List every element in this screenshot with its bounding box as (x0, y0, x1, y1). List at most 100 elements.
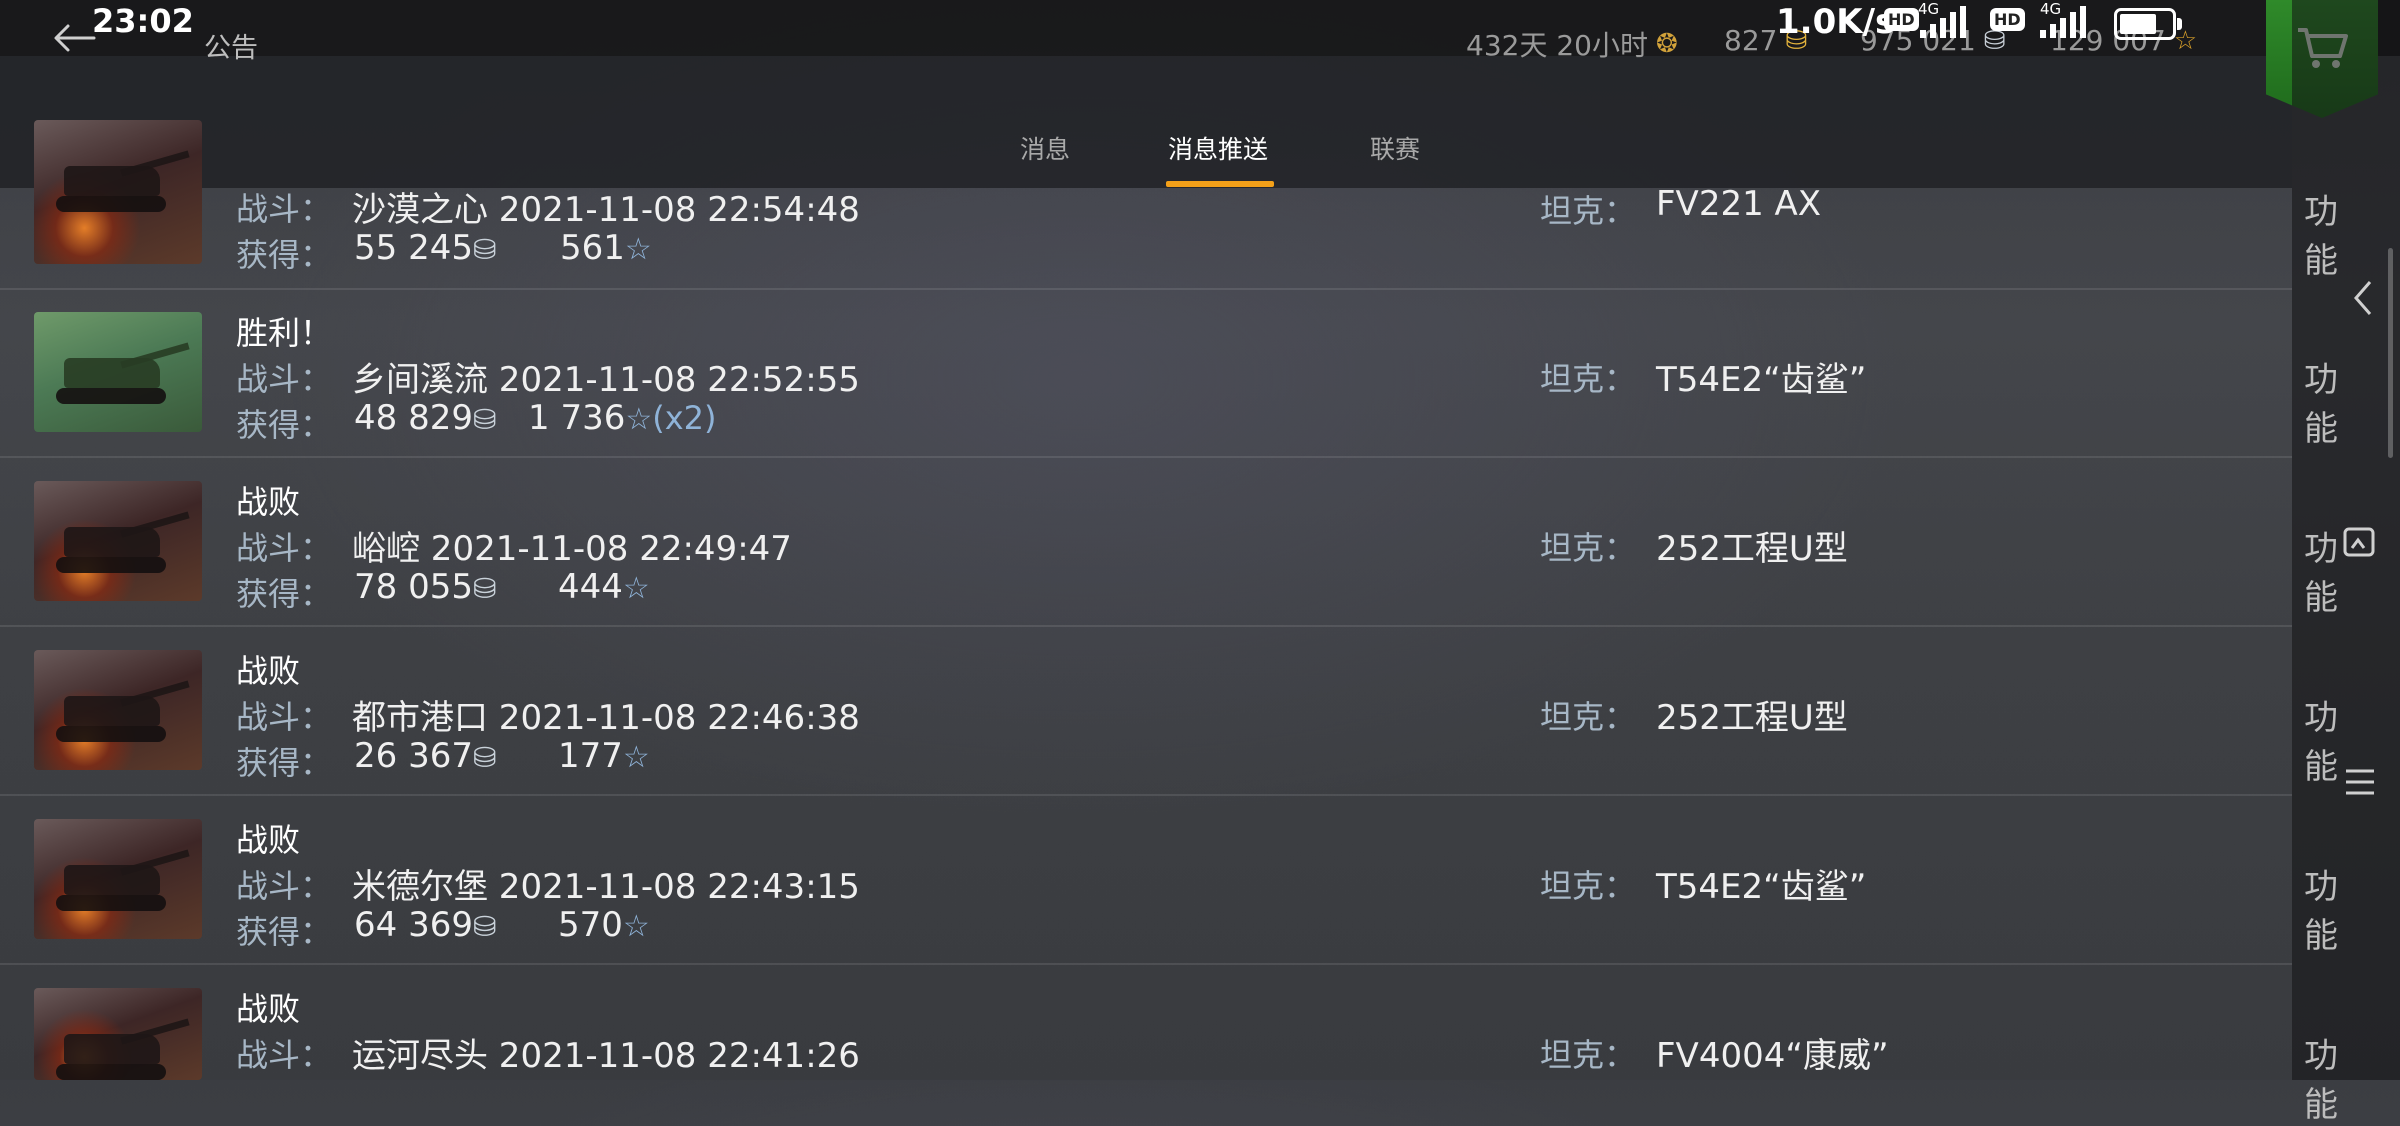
function-button[interactable]: 功能 (2304, 859, 2338, 957)
battle-map-time: 运河尽头 2021-11-08 22:41:26 (352, 1036, 860, 1076)
chevron-left-icon[interactable] (2350, 278, 2376, 318)
earned-credits: 26 367⛁ (354, 736, 496, 776)
credits-value: 26 367 (354, 736, 473, 776)
xp-multiplier: (x2) (652, 399, 717, 437)
list-item[interactable]: 战败 战斗： 运河尽头 2021-11-08 22:41:26 坦克： FV40… (0, 964, 2338, 1125)
hd-badge: HD (1990, 8, 2025, 31)
function-button[interactable]: 功能 (2304, 690, 2338, 788)
page-title: 公告 (204, 33, 258, 64)
tank-thumbnail (34, 819, 202, 939)
earned-xp: 570☆ (558, 905, 650, 945)
earned-xp: 561☆ (560, 228, 652, 268)
service-time-value: 432天 20小时 (1466, 29, 1648, 62)
tank-name: T54E2“齿鲨” (1656, 867, 1867, 907)
list-item[interactable]: 战败 战斗： 米德尔堡 2021-11-08 22:43:15 获得： 64 3… (0, 795, 2338, 965)
tank-label: 坦克： (1540, 529, 1637, 567)
silver-coin-icon: ⛁ (472, 233, 497, 266)
tank-thumbnail (34, 650, 202, 770)
battle-label: 战斗： (236, 1036, 333, 1074)
xp-value: 444 (558, 567, 623, 607)
star-icon: ☆ (624, 232, 652, 267)
battle-label: 战斗： (236, 360, 333, 398)
medal-icon: ❂ (1655, 29, 1678, 59)
earned-xp: 177☆ (558, 736, 650, 776)
battle-map-time: 沙漠之心 2021-11-08 22:54:48 (352, 190, 860, 230)
list-item[interactable]: 战败 战斗： 峪崆 2021-11-08 22:49:47 获得： 78 055… (0, 457, 2338, 627)
hd-badge: HD (1884, 8, 1919, 31)
tank-thumbnail (34, 988, 202, 1080)
xp-value: 561 (560, 228, 625, 268)
scrollbar[interactable] (2388, 248, 2393, 458)
tank-label: 坦克： (1540, 867, 1637, 905)
battery-icon (2114, 8, 2182, 40)
signal-icon (1920, 4, 1966, 38)
screenshot-icon[interactable] (2342, 526, 2376, 558)
star-icon: ☆ (2173, 25, 2198, 56)
earned-label: 获得： (236, 575, 333, 613)
battle-map-time: 米德尔堡 2021-11-08 22:43:15 (352, 867, 860, 907)
list-item[interactable]: 战败 战斗： 都市港口 2021-11-08 22:46:38 获得： 26 3… (0, 626, 2338, 796)
star-icon: ☆ (622, 571, 650, 606)
earned-xp: 1 736☆(x2) (528, 398, 717, 438)
earned-xp: 444☆ (558, 567, 650, 607)
function-button[interactable]: 功能 (2304, 1028, 2338, 1126)
credits-value: 78 055 (354, 567, 473, 607)
battle-result: 战败 (236, 483, 301, 521)
silver-coin-icon: ⛁ (472, 403, 497, 436)
xp-value: 177 (558, 736, 623, 776)
tank-label: 坦克： (1540, 192, 1637, 230)
tank-name: 252工程U型 (1656, 698, 1848, 738)
xp-value: 1 736 (528, 398, 626, 438)
earned-label: 获得： (236, 744, 333, 782)
status-time: 23:02 (92, 2, 194, 40)
battery-level (2120, 14, 2156, 34)
tank-name: FV4004“康威” (1656, 1036, 1889, 1076)
battle-label: 战斗： (236, 190, 333, 228)
battle-map-time: 都市港口 2021-11-08 22:46:38 (352, 698, 860, 738)
tank-thumbnail (34, 312, 202, 432)
service-time-counter: 432天 20小时 ❂ (1466, 24, 1678, 64)
earned-label: 获得： (236, 913, 333, 951)
credits-value: 48 829 (354, 398, 473, 438)
earned-credits: 78 055⛁ (354, 567, 496, 607)
function-button[interactable]: 功能 (2304, 184, 2338, 282)
battle-result: 战败 (236, 652, 301, 690)
silver-coin-icon: ⛁ (472, 741, 497, 774)
list-item[interactable]: 胜利！ 战斗： 乡间溪流 2021-11-08 22:52:55 获得： 48 … (0, 288, 2338, 458)
battle-map-time: 峪崆 2021-11-08 22:49:47 (352, 529, 792, 569)
star-icon: ☆ (622, 909, 650, 944)
tank-label: 坦克： (1540, 698, 1637, 736)
battle-map-time: 乡间溪流 2021-11-08 22:52:55 (352, 360, 860, 400)
earned-label: 获得： (236, 406, 333, 444)
tank-name: 252工程U型 (1656, 529, 1848, 569)
menu-icon[interactable] (2344, 768, 2376, 796)
credits-value: 64 369 (354, 905, 473, 945)
tank-name: FV221 AX (1656, 184, 1822, 224)
star-icon: ☆ (625, 402, 653, 437)
signal-icon (2040, 4, 2086, 38)
battle-result: 胜利！ (236, 314, 333, 352)
gold-value: 827 (1724, 24, 1778, 57)
net-speed: 1.0K/s (1776, 2, 1896, 42)
battle-result: 战败 (236, 990, 301, 1028)
tank-label: 坦克： (1540, 1036, 1637, 1074)
xp-value: 570 (558, 905, 623, 945)
tank-name: T54E2“齿鲨” (1656, 360, 1867, 400)
silver-coin-icon: ⛁ (472, 572, 497, 605)
function-button[interactable]: 功能 (2304, 352, 2338, 450)
battle-result: 战败 (236, 821, 301, 859)
earned-label: 获得： (236, 236, 333, 274)
tank-thumbnail (34, 481, 202, 601)
earned-credits: 64 369⛁ (354, 905, 496, 945)
silver-coin-icon: ⛁ (472, 910, 497, 943)
battle-label: 战斗： (236, 867, 333, 905)
function-button[interactable]: 功能 (2304, 521, 2338, 619)
earned-credits: 55 245⛁ (354, 228, 496, 268)
battle-label: 战斗： (236, 529, 333, 567)
tank-thumbnail (34, 120, 202, 264)
star-icon: ☆ (622, 740, 650, 775)
tank-label: 坦克： (1540, 360, 1637, 398)
credits-value: 55 245 (354, 228, 473, 268)
list-item[interactable]: 战斗： 沙漠之心 2021-11-08 22:54:48 获得： 55 245⛁… (0, 120, 2338, 290)
back-arrow-icon[interactable] (52, 22, 96, 54)
